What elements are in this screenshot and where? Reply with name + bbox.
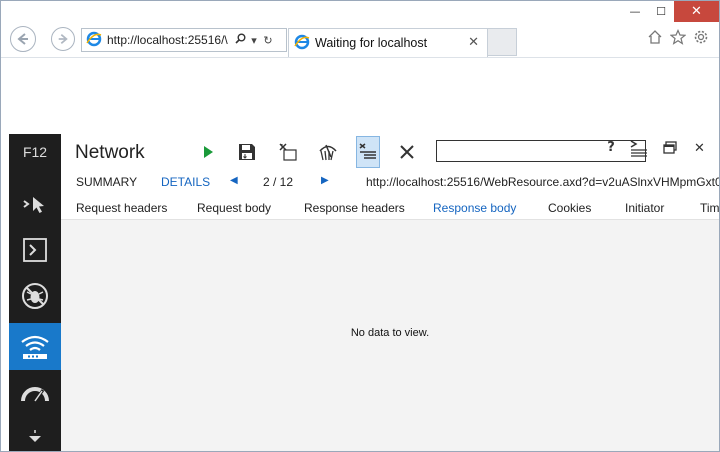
- broom-icon: [319, 144, 337, 161]
- devtools-close-icon[interactable]: ✕: [694, 141, 705, 156]
- clear-entries-icon: [279, 143, 297, 161]
- refresh-icon[interactable]: ↻: [261, 34, 275, 47]
- details-tab[interactable]: DETAILS: [161, 175, 210, 189]
- tab-request-headers[interactable]: Request headers: [76, 201, 167, 215]
- next-request-icon[interactable]: ▶: [321, 175, 329, 186]
- details-navigation-bar: SUMMARY DETAILS ◀ 2 / 12 ▶ http://localh…: [61, 170, 719, 194]
- summary-tab[interactable]: SUMMARY: [76, 175, 137, 189]
- dropdown-icon[interactable]: ▾: [247, 34, 261, 47]
- arrow-left-icon: [17, 33, 28, 45]
- tab-cookies[interactable]: Cookies: [548, 201, 591, 215]
- tool-title: Network: [75, 142, 145, 163]
- new-tab-button[interactable]: [488, 28, 517, 56]
- tab-close-icon[interactable]: ✕: [468, 35, 479, 50]
- home-icon[interactable]: [647, 29, 663, 49]
- window-controls: — ☐ ✕: [622, 1, 719, 22]
- tab-timings[interactable]: Tim: [700, 201, 719, 215]
- save-icon: [239, 144, 255, 160]
- cursor-icon: [23, 197, 44, 213]
- star-icon[interactable]: [669, 29, 687, 49]
- gear-icon[interactable]: [693, 29, 709, 49]
- devtools-sidebar: F12: [9, 134, 61, 451]
- tab-request-body[interactable]: Request body: [197, 201, 271, 215]
- f12-label: F12: [22, 144, 48, 160]
- ie-logo-icon: [86, 31, 102, 50]
- bug-icon: [22, 283, 48, 309]
- tab-bar: http://localhost:25516/\ ▾ ↻ Waiting for…: [1, 1, 719, 57]
- tab-title: Waiting for localhost: [315, 36, 428, 50]
- arrow-right-icon: [58, 34, 68, 44]
- sidebar-item-performance[interactable]: [9, 370, 61, 416]
- request-url: http://localhost:25516/WebResource.axd?d…: [366, 175, 719, 189]
- export-har-button[interactable]: [235, 140, 259, 164]
- sidebar-item-dom-explorer[interactable]: [9, 181, 61, 227]
- tab-response-headers[interactable]: Response headers: [304, 201, 405, 215]
- chevron-down-icon: [29, 429, 41, 442]
- always-refresh-toggle[interactable]: [356, 136, 380, 168]
- console-toggle-icon[interactable]: [629, 139, 649, 162]
- devtools-panel: F12 Network ? ✕ SUMMARY DETAILS ◀ 2 / 12…: [9, 134, 719, 451]
- address-text[interactable]: http://localhost:25516/\: [107, 33, 233, 47]
- tab-waiting-for-localhost[interactable]: Waiting for localhost ✕: [288, 28, 488, 57]
- tab-initiator[interactable]: Initiator: [625, 201, 664, 215]
- web-page-area[interactable]: [1, 57, 719, 133]
- response-body-content: No data to view.: [61, 220, 719, 451]
- address-bar[interactable]: http://localhost:25516/\ ▾ ↻: [81, 28, 287, 52]
- tab-response-body[interactable]: Response body: [433, 201, 516, 215]
- request-counter: 2 / 12: [263, 175, 294, 189]
- detail-tabs: Request headers Request body Response he…: [61, 194, 719, 220]
- console-icon: [23, 238, 47, 262]
- sidebar-item-console[interactable]: [9, 227, 61, 273]
- stop-button[interactable]: [395, 140, 419, 164]
- start-profiling-button[interactable]: [196, 140, 220, 164]
- clear-cache-button[interactable]: [316, 140, 340, 164]
- minimize-button[interactable]: —: [622, 1, 648, 22]
- maximize-button[interactable]: ☐: [648, 1, 674, 22]
- browser-window: http://localhost:25516/\ ▾ ↻ Waiting for…: [0, 0, 720, 452]
- clear-entries-button[interactable]: [276, 140, 300, 164]
- undock-icon[interactable]: [663, 141, 677, 158]
- devtools-main: Network ? ✕ SUMMARY DETAILS ◀ 2 / 12 ▶ h…: [61, 134, 719, 451]
- search-icon[interactable]: [233, 33, 247, 47]
- empty-message: No data to view.: [350, 327, 430, 339]
- list-filter-icon: [359, 143, 376, 159]
- forward-button[interactable]: [51, 27, 75, 51]
- sidebar-item-network[interactable]: [9, 323, 61, 370]
- sidebar-item-debugger[interactable]: [9, 273, 61, 319]
- ie-logo-icon: [294, 34, 310, 53]
- wifi-icon: [21, 335, 49, 359]
- previous-request-icon[interactable]: ◀: [230, 175, 238, 186]
- devtools-toolbar: Network ? ✕: [61, 134, 719, 170]
- close-window-button[interactable]: ✕: [674, 1, 719, 22]
- back-button[interactable]: [10, 26, 36, 52]
- browser-right-icons: [647, 29, 709, 49]
- help-icon[interactable]: ?: [604, 140, 618, 155]
- gauge-icon: [21, 387, 49, 402]
- close-icon: [400, 145, 414, 159]
- play-icon: [204, 146, 213, 158]
- sidebar-item-more[interactable]: [9, 422, 61, 451]
